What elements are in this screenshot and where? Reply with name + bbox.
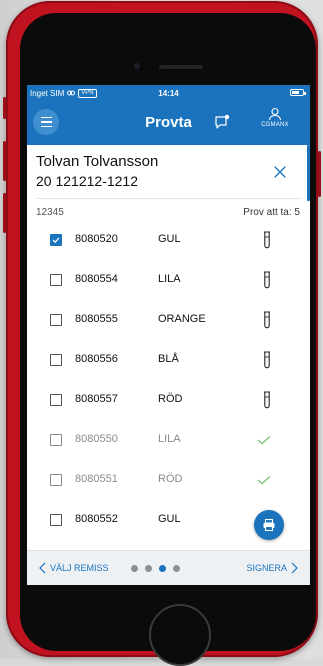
home-button[interactable] bbox=[149, 604, 211, 666]
sample-row[interactable]: 8080555 ORANGE bbox=[27, 303, 310, 337]
check-icon bbox=[257, 476, 271, 485]
sample-checkbox[interactable] bbox=[50, 434, 62, 446]
patient-name: Tolvan Tolvansson bbox=[36, 153, 159, 170]
sample-number: 8080556 bbox=[75, 353, 118, 365]
sample-row[interactable]: 8080554 LILA bbox=[27, 263, 310, 297]
sample-color: RÖD bbox=[158, 473, 183, 485]
page-dot bbox=[173, 565, 180, 572]
sample-color: BLÅ bbox=[158, 353, 179, 365]
battery-level bbox=[292, 91, 299, 94]
remiss-number: 12345 bbox=[36, 207, 64, 218]
print-button[interactable] bbox=[254, 510, 284, 540]
sample-row[interactable]: 8080550 LILA bbox=[27, 423, 310, 457]
tube-icon bbox=[264, 391, 270, 409]
sample-color: GUL bbox=[158, 513, 181, 525]
sample-row[interactable]: 8080551 RÖD bbox=[27, 463, 310, 497]
sample-color: LILA bbox=[158, 273, 181, 285]
tube-icon bbox=[264, 231, 270, 249]
sample-number: 8080554 bbox=[75, 273, 118, 285]
sample-number: 8080555 bbox=[75, 313, 118, 325]
sign-button[interactable]: SIGNERA bbox=[246, 562, 298, 574]
sample-checkbox[interactable] bbox=[50, 314, 62, 326]
bottom-bar: VÄLJ REMISS SIGNERA bbox=[27, 550, 310, 585]
back-button[interactable]: VÄLJ REMISS bbox=[39, 562, 109, 574]
print-icon bbox=[263, 518, 275, 532]
chevron-left-icon bbox=[39, 562, 46, 574]
sample-checkbox[interactable] bbox=[50, 514, 62, 526]
menu-icon bbox=[40, 125, 52, 128]
checkmark-icon bbox=[52, 237, 60, 244]
camera-icon bbox=[134, 63, 140, 69]
menu-button[interactable] bbox=[33, 109, 59, 135]
sample-row[interactable]: 8080557 RÖD bbox=[27, 383, 310, 417]
sample-number: 8080557 bbox=[75, 393, 118, 405]
sample-number: 8080550 bbox=[75, 433, 118, 445]
tube-icon bbox=[264, 351, 270, 369]
menu-icon bbox=[40, 121, 52, 123]
sample-color: ORANGE bbox=[158, 313, 206, 325]
sample-number: 8080520 bbox=[75, 233, 118, 245]
app-screen: Inget SIM VPN 14:14 Provta CGMANX Tolvan… bbox=[27, 85, 310, 585]
sample-color: RÖD bbox=[158, 393, 183, 405]
page-indicator bbox=[131, 565, 180, 572]
user-icon bbox=[268, 107, 282, 121]
user-label: CGMANX bbox=[261, 122, 289, 128]
sample-checkbox[interactable] bbox=[50, 474, 62, 486]
nav-bar: Provta CGMANX bbox=[27, 101, 310, 145]
sample-checkbox[interactable] bbox=[50, 274, 62, 286]
volume-up-button bbox=[3, 141, 6, 181]
samples-count: Prov att ta: 5 bbox=[243, 207, 300, 218]
back-label: VÄLJ REMISS bbox=[50, 563, 109, 573]
header-divider bbox=[36, 198, 301, 199]
sample-row[interactable]: 8080556 BLÅ bbox=[27, 343, 310, 377]
page-dot bbox=[159, 565, 166, 572]
sample-color: GUL bbox=[158, 233, 181, 245]
page-dot bbox=[131, 565, 138, 572]
speaker-grille bbox=[159, 65, 203, 69]
sample-number: 8080552 bbox=[75, 513, 118, 525]
check-icon bbox=[257, 436, 271, 445]
patient-id: 20 121212-1212 bbox=[36, 173, 138, 189]
sample-number: 8080551 bbox=[75, 473, 118, 485]
scroll-indicator bbox=[307, 145, 310, 201]
sample-checkbox[interactable] bbox=[50, 234, 62, 246]
status-time: 14:14 bbox=[158, 88, 179, 98]
page-dot bbox=[145, 565, 152, 572]
chevron-right-icon bbox=[291, 562, 298, 574]
sample-color: LILA bbox=[158, 433, 181, 445]
sign-label: SIGNERA bbox=[246, 563, 287, 573]
tube-icon bbox=[264, 311, 270, 329]
tube-icon bbox=[264, 271, 270, 289]
user-button[interactable]: CGMANX bbox=[255, 107, 295, 128]
chat-icon[interactable] bbox=[214, 114, 230, 130]
status-bar: Inget SIM VPN 14:14 bbox=[27, 85, 310, 101]
menu-icon bbox=[40, 116, 52, 119]
battery-icon bbox=[290, 89, 306, 96]
sample-row[interactable]: 8080520 GUL bbox=[27, 223, 310, 257]
sample-checkbox[interactable] bbox=[50, 394, 62, 406]
sample-checkbox[interactable] bbox=[50, 354, 62, 366]
power-button bbox=[318, 151, 321, 197]
close-icon[interactable] bbox=[272, 164, 288, 180]
volume-down-button bbox=[3, 193, 6, 233]
mute-switch bbox=[3, 97, 6, 119]
